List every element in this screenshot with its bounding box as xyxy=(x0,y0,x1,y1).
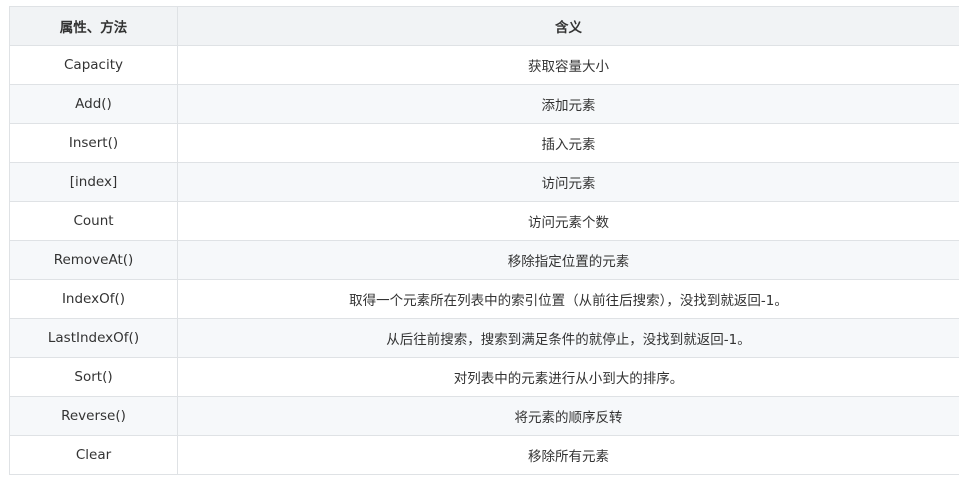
property-method-cell: Count xyxy=(9,201,178,241)
table-row: Insert() 插入元素 xyxy=(9,123,959,163)
meaning-cell: 访问元素 xyxy=(177,162,959,202)
property-method-cell: Capacity xyxy=(9,45,178,85)
table-header: 属性、方法 含义 xyxy=(9,6,959,46)
list-methods-table-container: 属性、方法 含义 Capacity 获取容量大小 Add() 添加元素 Inse… xyxy=(9,6,959,475)
property-method-cell: RemoveAt() xyxy=(9,240,178,280)
property-method-cell: LastIndexOf() xyxy=(9,318,178,358)
list-methods-table: 属性、方法 含义 Capacity 获取容量大小 Add() 添加元素 Inse… xyxy=(9,6,959,475)
meaning-cell: 添加元素 xyxy=(177,84,959,124)
table-row: Reverse() 将元素的顺序反转 xyxy=(9,396,959,436)
meaning-cell: 从后往前搜索，搜索到满足条件的就停止，没找到就返回-1。 xyxy=(177,318,959,358)
meaning-cell: 将元素的顺序反转 xyxy=(177,396,959,436)
meaning-cell: 取得一个元素所在列表中的索引位置（从前往后搜索），没找到就返回-1。 xyxy=(177,279,959,319)
table-row: Clear 移除所有元素 xyxy=(9,435,959,475)
column-header-property-method: 属性、方法 xyxy=(9,6,178,46)
table-row: LastIndexOf() 从后往前搜索，搜索到满足条件的就停止，没找到就返回-… xyxy=(9,318,959,358)
property-method-cell: IndexOf() xyxy=(9,279,178,319)
table-row: Count 访问元素个数 xyxy=(9,201,959,241)
meaning-cell: 插入元素 xyxy=(177,123,959,163)
meaning-cell: 移除指定位置的元素 xyxy=(177,240,959,280)
table-row: Capacity 获取容量大小 xyxy=(9,45,959,85)
meaning-cell: 访问元素个数 xyxy=(177,201,959,241)
meaning-cell: 对列表中的元素进行从小到大的排序。 xyxy=(177,357,959,397)
column-header-meaning: 含义 xyxy=(177,6,959,46)
table-body: Capacity 获取容量大小 Add() 添加元素 Insert() 插入元素… xyxy=(9,45,959,475)
table-row: Sort() 对列表中的元素进行从小到大的排序。 xyxy=(9,357,959,397)
property-method-cell: Add() xyxy=(9,84,178,124)
property-method-cell: Clear xyxy=(9,435,178,475)
meaning-cell: 移除所有元素 xyxy=(177,435,959,475)
table-row: [index] 访问元素 xyxy=(9,162,959,202)
property-method-cell: [index] xyxy=(9,162,178,202)
table-row: RemoveAt() 移除指定位置的元素 xyxy=(9,240,959,280)
property-method-cell: Sort() xyxy=(9,357,178,397)
table-row: IndexOf() 取得一个元素所在列表中的索引位置（从前往后搜索），没找到就返… xyxy=(9,279,959,319)
meaning-cell: 获取容量大小 xyxy=(177,45,959,85)
table-row: Add() 添加元素 xyxy=(9,84,959,124)
table-header-row: 属性、方法 含义 xyxy=(9,6,959,46)
property-method-cell: Reverse() xyxy=(9,396,178,436)
property-method-cell: Insert() xyxy=(9,123,178,163)
